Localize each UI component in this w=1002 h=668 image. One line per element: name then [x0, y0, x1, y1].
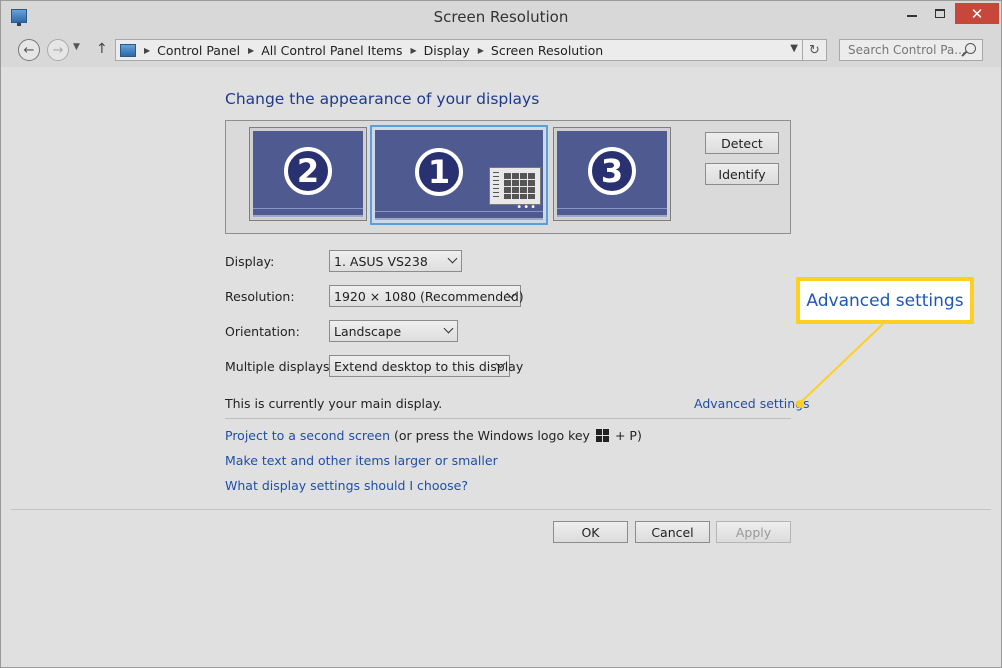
breadcrumb-separator-icon[interactable]: ▶: [248, 46, 254, 55]
up-button[interactable]: ↑: [96, 41, 108, 57]
arrow-up-icon: ↑: [96, 41, 108, 57]
chevron-down-icon: [443, 323, 454, 334]
control-panel-icon: [120, 43, 136, 57]
monitor-number: 1: [415, 148, 463, 196]
search-input[interactable]: Search Control Pa...: [839, 39, 983, 61]
close-button[interactable]: ✕: [955, 3, 999, 24]
advanced-settings-callout: Advanced settings: [796, 277, 974, 324]
close-icon: ✕: [970, 4, 984, 23]
search-icon: [965, 43, 976, 54]
multiple-displays-label: Multiple displays:: [225, 359, 334, 374]
text-size-row: Make text and other items larger or smal…: [225, 453, 498, 468]
monitor-screen: 1 •••: [375, 130, 543, 220]
back-button[interactable]: ←: [18, 39, 40, 61]
arrow-right-icon: →: [52, 42, 64, 58]
detect-button[interactable]: Detect: [705, 132, 779, 154]
resolution-select[interactable]: 1920 × 1080 (Recommended): [329, 285, 524, 307]
breadcrumb-all-items[interactable]: All Control Panel Items: [261, 43, 402, 58]
monitor-number: 3: [588, 147, 636, 195]
help-row: What display settings should I choose?: [225, 478, 468, 493]
chevron-down-icon: [447, 253, 458, 264]
monitor-number: 2: [284, 147, 332, 195]
breadcrumb-display[interactable]: Display: [424, 43, 470, 58]
screen-resolution-window: Screen Resolution ✕ ← → ▼ ↑ ▶ Control Pa…: [0, 0, 1002, 668]
callout-text: Advanced settings: [806, 290, 964, 311]
project-hint-shortcut: + P): [614, 428, 642, 443]
apply-button[interactable]: Apply: [716, 521, 791, 543]
monitor-3[interactable]: 3: [553, 127, 671, 221]
divider: [225, 418, 791, 419]
display-select[interactable]: 1. ASUS VS238: [329, 250, 462, 272]
refresh-icon: ↻: [809, 42, 820, 58]
navigation-bar: ← → ▼ ↑ ▶ Control Panel ▶ All Control Pa…: [1, 33, 1001, 67]
maximize-icon: [935, 8, 945, 18]
windows-logo-icon: [595, 429, 609, 442]
orientation-select-value: Landscape: [334, 324, 402, 339]
footer-divider: [11, 509, 991, 510]
multiple-displays-select-value: Extend desktop to this display: [334, 359, 524, 374]
monitor-2[interactable]: 2: [249, 127, 367, 221]
forward-button[interactable]: →: [47, 39, 69, 61]
chevron-down-icon: ▼: [73, 42, 80, 52]
breadcrumb-screen-resolution[interactable]: Screen Resolution: [491, 43, 603, 58]
multiple-displays-select[interactable]: Extend desktop to this display: [329, 355, 523, 377]
address-dropdown-icon[interactable]: ▼: [790, 43, 798, 54]
monitor-screen: 3: [557, 131, 667, 217]
page-title: Change the appearance of your displays: [225, 90, 540, 108]
orientation-label: Orientation:: [225, 324, 300, 339]
orientation-select[interactable]: Landscape: [329, 320, 458, 342]
arrow-left-icon: ←: [23, 42, 35, 58]
text-size-link[interactable]: Make text and other items larger or smal…: [225, 453, 498, 468]
cancel-button[interactable]: Cancel: [635, 521, 710, 543]
resolution-select-value: 1920 × 1080 (Recommended): [334, 289, 524, 304]
breadcrumb-separator-icon[interactable]: ▶: [144, 46, 150, 55]
minimize-icon: [907, 15, 917, 17]
display-label: Display:: [225, 254, 275, 269]
monitor-screen: 2: [253, 131, 363, 217]
minimize-button[interactable]: [899, 3, 925, 23]
title-bar[interactable]: Screen Resolution ✕: [1, 1, 1001, 33]
address-bar[interactable]: ▶ Control Panel ▶ All Control Panel Item…: [115, 39, 803, 61]
project-hint-text: (or press the Windows logo key: [394, 428, 590, 443]
monitor-options-icon[interactable]: •••: [516, 202, 537, 213]
display-select-value: 1. ASUS VS238: [334, 254, 428, 269]
search-placeholder: Search Control Pa...: [848, 43, 966, 57]
project-row: Project to a second screen (or press the…: [225, 428, 642, 443]
window-title: Screen Resolution: [433, 8, 569, 26]
control-panel-window-icon: [489, 167, 541, 205]
recent-locations-button[interactable]: ▼: [73, 42, 80, 52]
project-second-screen-link[interactable]: Project to a second screen: [225, 428, 390, 443]
refresh-button[interactable]: ↻: [803, 39, 827, 61]
monitor-1-selected[interactable]: 1 •••: [370, 125, 548, 225]
display-help-link[interactable]: What display settings should I choose?: [225, 478, 468, 493]
ok-button[interactable]: OK: [553, 521, 628, 543]
breadcrumb-control-panel[interactable]: Control Panel: [157, 43, 240, 58]
resolution-label: Resolution:: [225, 289, 295, 304]
main-display-status: This is currently your main display.: [225, 396, 443, 411]
breadcrumb-separator-icon[interactable]: ▶: [411, 46, 417, 55]
breadcrumb-separator-icon[interactable]: ▶: [478, 46, 484, 55]
maximize-button[interactable]: [927, 3, 953, 23]
advanced-settings-link[interactable]: Advanced settings: [694, 396, 810, 411]
identify-button[interactable]: Identify: [705, 163, 779, 185]
